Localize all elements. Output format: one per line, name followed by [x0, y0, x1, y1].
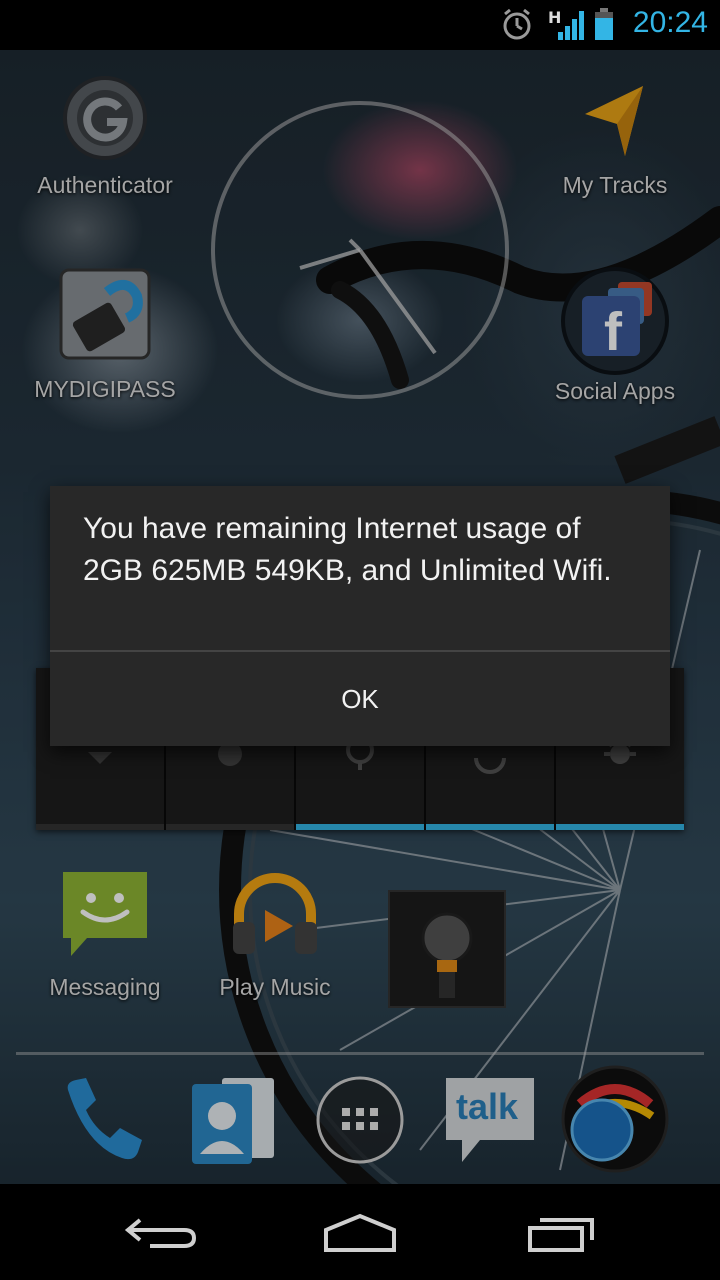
- dialog-message: You have remaining Internet usage of 2GB…: [83, 512, 612, 587]
- ok-button[interactable]: OK: [50, 652, 670, 746]
- recents-icon: [528, 1218, 594, 1252]
- home-button[interactable]: [310, 1202, 410, 1262]
- back-button[interactable]: [110, 1202, 210, 1262]
- recents-button[interactable]: [510, 1202, 610, 1262]
- status-clock: 20:24: [632, 6, 708, 39]
- navigation-bar: [0, 1184, 720, 1280]
- status-bar: H 20:24: [0, 0, 720, 50]
- home-icon: [324, 1213, 396, 1252]
- back-icon: [124, 1218, 197, 1248]
- usage-dialog: You have remaining Internet usage of 2GB…: [50, 486, 670, 746]
- battery-icon: [592, 0, 616, 50]
- signal-icon: [556, 0, 586, 50]
- alarm-icon: [500, 0, 534, 50]
